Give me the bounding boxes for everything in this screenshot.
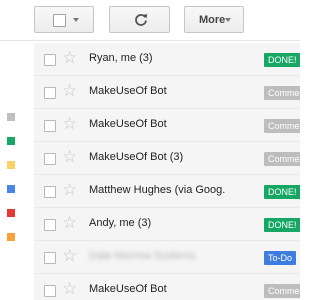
- row-checkbox[interactable]: [44, 54, 56, 66]
- mail-row[interactable]: ☆ MakeUseOf Bot Comme: [34, 109, 300, 142]
- mail-row[interactable]: ☆ MakeUseOf Bot Comme: [34, 274, 300, 300]
- row-label-badge[interactable]: Comme: [264, 119, 300, 133]
- chevron-down-icon: [225, 18, 231, 22]
- mail-list: ☆ Ryan, me (3) DONE! ☆ MakeUseOf Bot Comme ☆ Ma…: [34, 43, 300, 300]
- select-dropdown-button[interactable]: [34, 6, 94, 33]
- row-sender: Dale Merrow Suderns: [89, 250, 196, 262]
- row-checkbox[interactable]: [44, 153, 56, 165]
- star-icon[interactable]: ☆: [62, 81, 77, 101]
- star-icon[interactable]: ☆: [62, 213, 77, 233]
- label-color-swatch[interactable]: [7, 233, 15, 241]
- more-label: More: [199, 14, 226, 26]
- mail-row[interactable]: ☆ Matthew Hughes (via Goog. DONE!: [34, 175, 300, 208]
- row-label-badge[interactable]: DONE!: [264, 53, 300, 67]
- star-icon[interactable]: ☆: [62, 279, 77, 299]
- row-label-badge[interactable]: Comme: [264, 86, 300, 100]
- star-icon[interactable]: ☆: [62, 147, 77, 167]
- toolbar: More: [0, 0, 300, 40]
- row-checkbox[interactable]: [44, 120, 56, 132]
- mail-row[interactable]: ☆ Andy, me (3) DONE!: [34, 208, 300, 241]
- row-sender: Matthew Hughes (via Goog.: [89, 184, 226, 196]
- gmail-inbox: More ☆ Ryan, me (3) DONE! ☆ MakeUseOf Bot Com…: [0, 0, 300, 300]
- label-color-swatch[interactable]: [7, 209, 15, 217]
- label-color-swatch[interactable]: [7, 137, 15, 145]
- row-label-badge[interactable]: DONE!: [264, 218, 300, 232]
- row-label-badge[interactable]: Comme: [264, 284, 300, 298]
- star-icon[interactable]: ☆: [62, 180, 77, 200]
- checkbox-icon: [53, 14, 66, 27]
- row-sender: Ryan, me (3): [89, 52, 153, 64]
- row-checkbox[interactable]: [44, 285, 56, 297]
- label-color-swatch[interactable]: [7, 113, 15, 121]
- mail-row[interactable]: ☆ MakeUseOf Bot Comme: [34, 76, 300, 109]
- toolbar-divider: [0, 40, 300, 41]
- row-checkbox[interactable]: [44, 219, 56, 231]
- row-label-badge[interactable]: Comme: [264, 152, 300, 166]
- row-checkbox[interactable]: [44, 186, 56, 198]
- row-sender: MakeUseOf Bot: [89, 85, 167, 97]
- chevron-down-icon: [73, 18, 79, 22]
- refresh-icon: [135, 14, 148, 26]
- label-color-swatch[interactable]: [7, 185, 15, 193]
- label-color-swatch[interactable]: [7, 161, 15, 169]
- star-icon[interactable]: ☆: [62, 246, 77, 266]
- mail-row[interactable]: ☆ Dale Merrow Suderns To-Do: [34, 241, 300, 274]
- star-icon[interactable]: ☆: [62, 114, 77, 134]
- row-checkbox[interactable]: [44, 252, 56, 264]
- mail-row[interactable]: ☆ MakeUseOf Bot (3) Comme: [34, 142, 300, 175]
- refresh-button[interactable]: [109, 6, 170, 33]
- row-label-badge[interactable]: To-Do: [264, 251, 297, 265]
- row-label-badge[interactable]: DONE!: [264, 185, 300, 199]
- row-sender: Andy, me (3): [89, 217, 152, 229]
- row-sender: MakeUseOf Bot: [89, 118, 167, 130]
- row-sender: MakeUseOf Bot (3): [89, 151, 184, 163]
- more-button[interactable]: More: [184, 6, 244, 33]
- mail-row[interactable]: ☆ Ryan, me (3) DONE!: [34, 43, 300, 76]
- star-icon[interactable]: ☆: [62, 48, 77, 68]
- row-checkbox[interactable]: [44, 87, 56, 99]
- row-sender: MakeUseOf Bot: [89, 283, 167, 295]
